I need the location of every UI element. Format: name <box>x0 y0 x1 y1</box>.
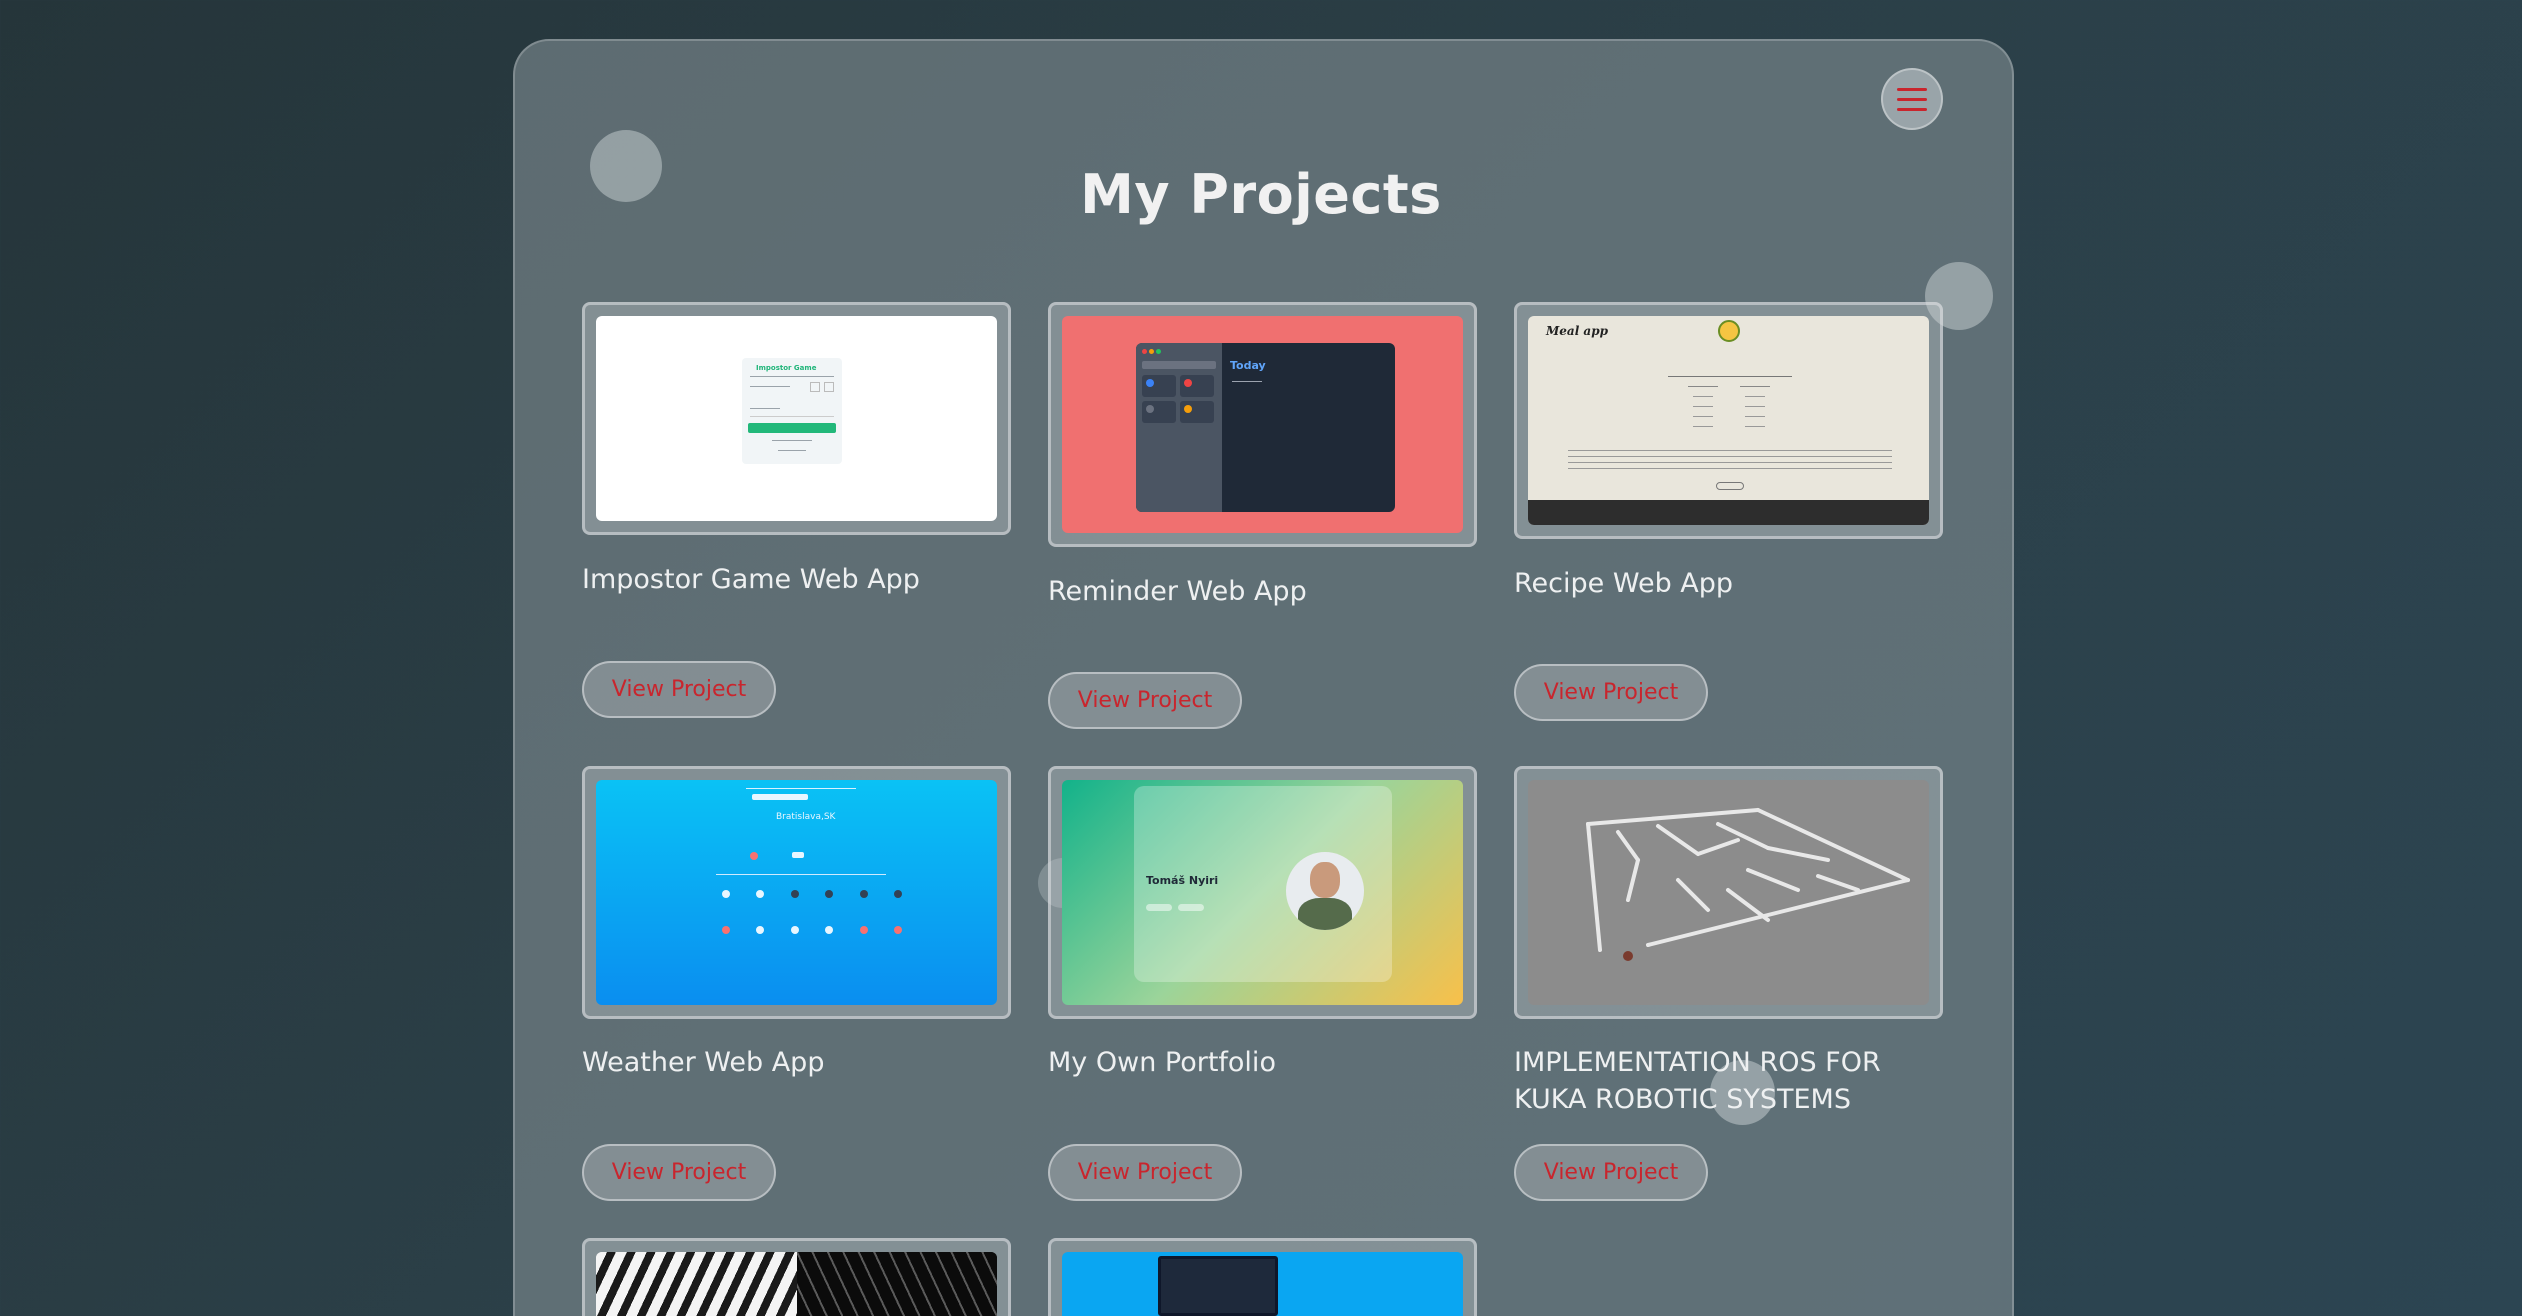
project-title: Weather Web App <box>582 1047 825 1078</box>
hamburger-menu-icon <box>1897 107 1927 111</box>
view-project-button-portfolio[interactable]: View Project <box>1048 1144 1242 1201</box>
view-project-button-weather[interactable]: View Project <box>582 1144 776 1201</box>
project-thumbnail-kuka[interactable] <box>1514 766 1943 1019</box>
project-thumbnail-impostor[interactable]: Impostor Game <box>582 302 1011 535</box>
view-project-button-reminder[interactable]: View Project <box>1048 672 1242 729</box>
hamburger-menu-icon <box>1897 97 1927 101</box>
project-thumbnail-weather[interactable]: Bratislava,SK <box>582 766 1011 1019</box>
view-project-button-kuka[interactable]: View Project <box>1514 1144 1708 1201</box>
hamburger-menu-icon <box>1897 87 1927 91</box>
project-thumbnail-recipe[interactable]: Meal app <box>1514 302 1943 539</box>
maze-illustration <box>1586 808 1910 961</box>
view-project-button-impostor[interactable]: View Project <box>582 661 776 718</box>
menu-button[interactable] <box>1881 68 1943 130</box>
page-title: My Projects <box>1080 163 1442 226</box>
project-title: Reminder Web App <box>1048 576 1307 607</box>
thumb-text: Today <box>1230 359 1266 372</box>
project-thumbnail-reminder[interactable]: Today <box>1048 302 1477 547</box>
project-thumbnail-portfolio[interactable]: Tomáš Nyiri <box>1048 766 1477 1019</box>
project-thumbnail-zebra[interactable] <box>582 1238 1011 1316</box>
project-title: Impostor Game Web App <box>582 564 920 595</box>
project-title: IMPLEMENTATION ROS FOR KUKA ROBOTIC SYST… <box>1514 1047 1881 1115</box>
project-thumbnail-monitor[interactable] <box>1048 1238 1477 1316</box>
thumb-text: Impostor Game <box>756 364 817 372</box>
project-title: My Own Portfolio <box>1048 1047 1276 1078</box>
project-title: Recipe Web App <box>1514 568 1734 599</box>
thumb-text: Bratislava,SK <box>776 812 836 822</box>
avatar <box>1310 862 1340 898</box>
view-project-button-recipe[interactable]: View Project <box>1514 664 1708 721</box>
thumb-text: Meal app <box>1546 324 1608 338</box>
thumb-text: Tomáš Nyiri <box>1146 874 1219 887</box>
